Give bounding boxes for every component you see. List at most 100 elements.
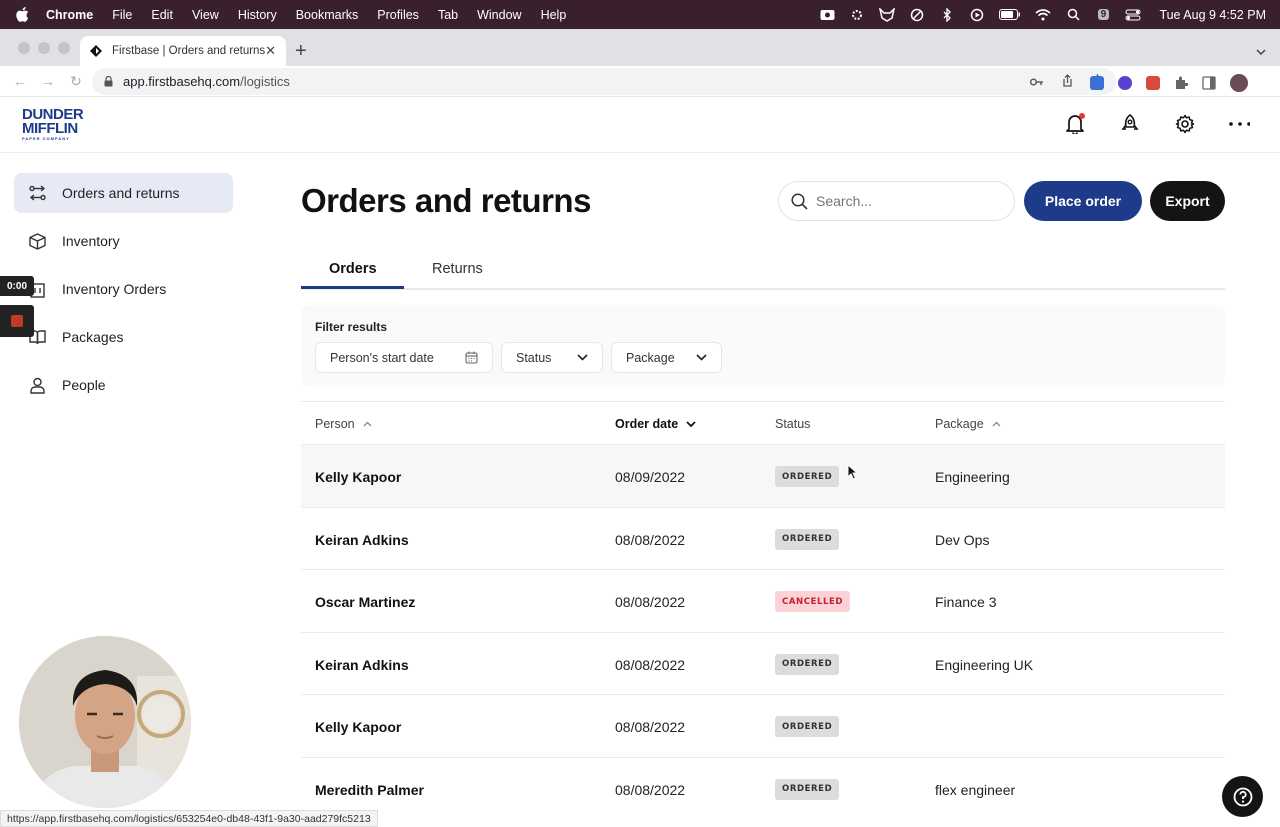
logo-sub: PAPER COMPANY bbox=[22, 136, 70, 141]
chevron-down-icon bbox=[577, 354, 588, 361]
notifications-bell-icon[interactable] bbox=[1064, 113, 1085, 135]
new-tab-icon[interactable]: + bbox=[295, 40, 307, 63]
table-row[interactable]: Kelly Kapoor 08/08/2022 ORDERED bbox=[301, 694, 1225, 757]
status-icons: 9 Tue Aug 9 4:52 PM bbox=[819, 0, 1266, 29]
export-button[interactable]: Export bbox=[1150, 181, 1225, 221]
start-date-filter[interactable]: Person's start date bbox=[315, 342, 493, 373]
sidebar-item-orders-and-returns[interactable]: Orders and returns bbox=[14, 173, 233, 213]
zoom-window-button[interactable] bbox=[58, 42, 70, 54]
person-name: Kelly Kapoor bbox=[315, 469, 402, 485]
back-icon[interactable]: ← bbox=[12, 73, 28, 89]
package-filter[interactable]: Package bbox=[611, 342, 722, 373]
menu-bookmarks[interactable]: Bookmarks bbox=[296, 8, 359, 22]
sidebar-item-label: Inventory bbox=[62, 233, 120, 249]
package-name: Dev Ops bbox=[935, 531, 990, 548]
sidebar-item-inventory-orders[interactable]: Inventory Orders bbox=[14, 269, 233, 309]
reload-icon[interactable]: ↻ bbox=[68, 73, 84, 90]
webcam-video-bubble[interactable] bbox=[19, 636, 191, 808]
profile-avatar[interactable] bbox=[1230, 74, 1248, 92]
share-icon[interactable] bbox=[1062, 73, 1073, 90]
search-box[interactable] bbox=[778, 181, 1015, 221]
control-center-icon[interactable] bbox=[1125, 8, 1141, 22]
macos-menu-bar: Chrome File Edit View History Bookmarks … bbox=[0, 0, 1280, 29]
address-bar[interactable]: app.firstbasehq.com/logistics bbox=[92, 68, 1116, 95]
column-header-person[interactable]: Person bbox=[315, 417, 372, 431]
search-input[interactable] bbox=[816, 193, 996, 209]
tab-returns[interactable]: Returns bbox=[432, 261, 483, 277]
extension-blue-icon[interactable] bbox=[1090, 76, 1104, 90]
dunder-mifflin-logo[interactable]: DUNDER MIFFLIN PAPER COMPANY bbox=[22, 107, 84, 142]
more-options-icon[interactable] bbox=[1229, 113, 1250, 135]
menu-profiles[interactable]: Profiles bbox=[377, 8, 419, 22]
menu-edit[interactable]: Edit bbox=[151, 8, 173, 22]
sidebar-item-inventory[interactable]: Inventory bbox=[14, 221, 233, 261]
bluetooth-icon[interactable] bbox=[939, 7, 955, 22]
menu-app-name[interactable]: Chrome bbox=[46, 8, 93, 22]
tab-close-icon[interactable]: ✕ bbox=[265, 43, 276, 59]
package-name: Engineering bbox=[935, 469, 1010, 485]
person-name: Kelly Kapoor bbox=[315, 719, 402, 735]
badge-number: 9 bbox=[1097, 9, 1110, 20]
column-header-package[interactable]: Package bbox=[935, 417, 1001, 431]
wifi-icon[interactable] bbox=[1035, 8, 1051, 22]
place-order-button[interactable]: Place order bbox=[1024, 181, 1142, 221]
link-status-url: https://app.firstbasehq.com/logistics/65… bbox=[0, 810, 378, 827]
header-actions bbox=[1064, 113, 1250, 135]
key-icon[interactable] bbox=[1030, 74, 1044, 89]
play-icon[interactable] bbox=[969, 8, 985, 22]
side-panel-icon[interactable] bbox=[1202, 76, 1216, 90]
order-date: 08/08/2022 bbox=[615, 781, 686, 798]
url-path: /logistics bbox=[240, 74, 290, 89]
table-row[interactable]: Oscar Martinez 08/08/2022 CANCELLED Fina… bbox=[301, 569, 1225, 632]
camera-icon[interactable] bbox=[819, 8, 835, 22]
fox-icon[interactable] bbox=[879, 7, 896, 22]
spotlight-search-icon[interactable] bbox=[1065, 8, 1081, 22]
battery-icon[interactable] bbox=[999, 8, 1021, 22]
menu-clock[interactable]: Tue Aug 9 4:52 PM bbox=[1159, 8, 1266, 22]
tab-orders[interactable]: Orders bbox=[329, 261, 377, 277]
notification-dot bbox=[1079, 113, 1085, 119]
sidebar-item-label: Packages bbox=[62, 329, 124, 345]
column-header-order-date[interactable]: Order date bbox=[615, 417, 696, 431]
menu-view[interactable]: View bbox=[192, 8, 219, 22]
table-row[interactable]: Keiran Adkins 08/08/2022 ORDERED Dev Ops bbox=[301, 506, 1225, 570]
settings-gear-icon[interactable] bbox=[1174, 113, 1195, 135]
gear-burst-icon[interactable] bbox=[849, 8, 865, 22]
close-window-button[interactable] bbox=[18, 42, 30, 54]
extension-colorful-icon[interactable] bbox=[1146, 76, 1160, 90]
box-icon bbox=[28, 232, 46, 250]
menu-tab[interactable]: Tab bbox=[438, 8, 458, 22]
forward-icon[interactable]: → bbox=[40, 73, 56, 89]
search-icon bbox=[791, 192, 808, 210]
order-date: 08/08/2022 bbox=[615, 719, 686, 735]
extension-purple-icon[interactable] bbox=[1118, 76, 1132, 90]
sidebar-item-people[interactable]: People bbox=[14, 365, 233, 405]
sidebar-item-packages[interactable]: Packages bbox=[14, 317, 233, 357]
sort-down-icon bbox=[686, 420, 696, 428]
order-date: 08/09/2022 bbox=[615, 469, 686, 485]
menu-help[interactable]: Help bbox=[541, 8, 567, 22]
table-row[interactable]: Kelly Kapoor 08/09/2022 ORDERED Engineer… bbox=[301, 444, 1225, 507]
apple-icon[interactable] bbox=[16, 7, 34, 22]
browser-tab-active[interactable]: Firstbase | Orders and returns ✕ bbox=[80, 36, 286, 66]
table-row[interactable]: Meredith Palmer 08/08/2022 ORDERED flex … bbox=[301, 756, 1225, 820]
status-badge: ORDERED bbox=[775, 653, 840, 675]
help-question-icon bbox=[1233, 787, 1253, 807]
lock-icon[interactable] bbox=[104, 76, 113, 87]
sidebar-item-label: Inventory Orders bbox=[62, 281, 167, 297]
tab-search-chevron-icon[interactable] bbox=[1256, 43, 1266, 61]
status-filter-label: Status bbox=[516, 350, 552, 365]
minimize-window-button[interactable] bbox=[38, 42, 50, 54]
menu-file[interactable]: File bbox=[112, 8, 132, 22]
menu-window[interactable]: Window bbox=[477, 8, 521, 22]
badge-number-icon[interactable]: 9 bbox=[1095, 8, 1111, 22]
rocket-icon[interactable] bbox=[1119, 113, 1140, 135]
help-button[interactable] bbox=[1222, 776, 1263, 817]
column-header-label: Status bbox=[775, 417, 811, 431]
extensions-puzzle-icon[interactable] bbox=[1174, 76, 1189, 90]
recording-stop-button[interactable] bbox=[0, 305, 34, 337]
table-row[interactable]: Keiran Adkins 08/08/2022 ORDERED Enginee… bbox=[301, 631, 1225, 695]
do-not-disturb-icon[interactable] bbox=[909, 8, 925, 22]
status-filter[interactable]: Status bbox=[501, 342, 603, 373]
menu-history[interactable]: History bbox=[238, 8, 277, 22]
